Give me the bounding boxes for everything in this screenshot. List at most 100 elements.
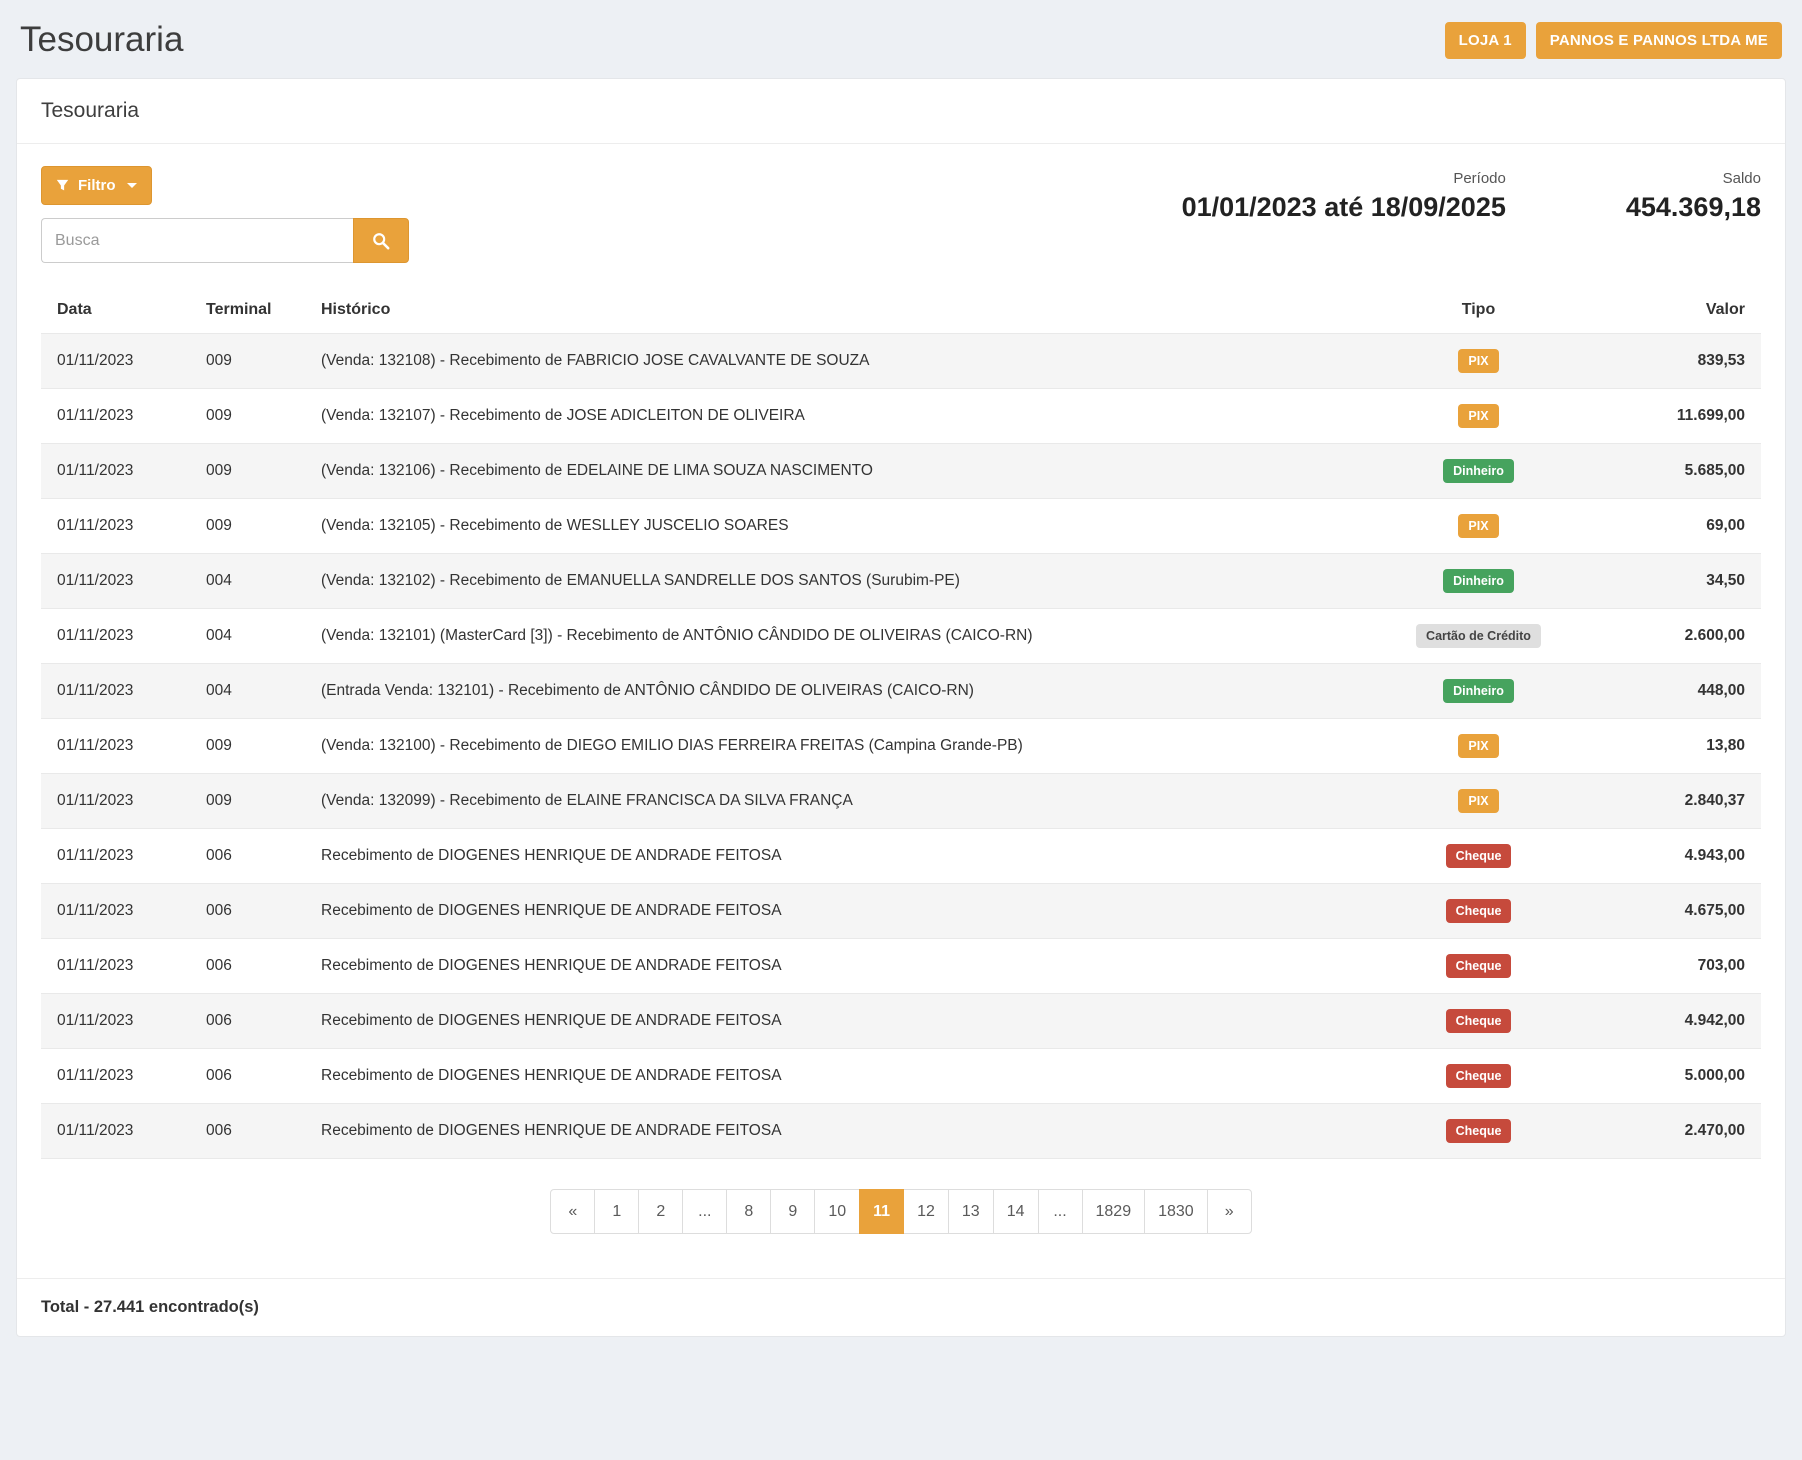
cell-tipo: Cheque bbox=[1361, 829, 1596, 884]
table-body: 01/11/2023009(Venda: 132108) - Recebimen… bbox=[41, 334, 1761, 1159]
tipo-badge: Dinheiro bbox=[1443, 569, 1514, 593]
store-badge[interactable]: LOJA 1 bbox=[1445, 22, 1526, 59]
cell-valor: 2.470,00 bbox=[1596, 1104, 1761, 1159]
filter-button[interactable]: Filtro bbox=[41, 166, 152, 205]
pagination-page-1[interactable]: 1 bbox=[594, 1189, 639, 1234]
cell-data: 01/11/2023 bbox=[41, 389, 196, 444]
controls-row: Filtro bbox=[41, 166, 1761, 263]
pagination-page-2[interactable]: 2 bbox=[638, 1189, 683, 1234]
table-row: 01/11/2023004(Venda: 132101) (MasterCard… bbox=[41, 609, 1761, 664]
header-terminal: Terminal bbox=[196, 289, 311, 334]
table-row: 01/11/2023006Recebimento de DIOGENES HEN… bbox=[41, 1104, 1761, 1159]
cell-valor: 4.675,00 bbox=[1596, 884, 1761, 939]
company-badge[interactable]: PANNOS E PANNOS LTDA ME bbox=[1536, 22, 1782, 59]
cell-data: 01/11/2023 bbox=[41, 499, 196, 554]
cell-valor: 839,53 bbox=[1596, 334, 1761, 389]
periodo-value: 01/01/2023 até 18/09/2025 bbox=[1182, 192, 1506, 223]
periodo-stat: Período 01/01/2023 até 18/09/2025 bbox=[1182, 170, 1506, 223]
pagination-page-14[interactable]: 14 bbox=[993, 1189, 1039, 1234]
header-valor: Valor bbox=[1596, 289, 1761, 334]
cell-historico: Recebimento de DIOGENES HENRIQUE DE ANDR… bbox=[311, 994, 1361, 1049]
pagination-page-13[interactable]: 13 bbox=[948, 1189, 994, 1234]
pagination-page-12[interactable]: 12 bbox=[903, 1189, 949, 1234]
cell-data: 01/11/2023 bbox=[41, 1104, 196, 1159]
pagination-ellipsis: ... bbox=[1038, 1189, 1083, 1234]
cell-valor: 69,00 bbox=[1596, 499, 1761, 554]
cell-valor: 448,00 bbox=[1596, 664, 1761, 719]
table-header: Data Terminal Histórico Tipo Valor bbox=[41, 289, 1761, 334]
cell-historico: (Venda: 132100) - Recebimento de DIEGO E… bbox=[311, 719, 1361, 774]
cell-historico: Recebimento de DIOGENES HENRIQUE DE ANDR… bbox=[311, 1049, 1361, 1104]
table-row: 01/11/2023009(Venda: 132105) - Recebimen… bbox=[41, 499, 1761, 554]
table-row: 01/11/2023004(Venda: 132102) - Recebimen… bbox=[41, 554, 1761, 609]
cell-historico: (Venda: 132108) - Recebimento de FABRICI… bbox=[311, 334, 1361, 389]
cell-tipo: Cheque bbox=[1361, 1104, 1596, 1159]
filter-button-label: Filtro bbox=[78, 177, 116, 194]
tipo-badge: PIX bbox=[1458, 789, 1498, 813]
cell-valor: 703,00 bbox=[1596, 939, 1761, 994]
tipo-badge: Cheque bbox=[1446, 844, 1512, 868]
search-input[interactable] bbox=[41, 218, 353, 263]
cell-tipo: Dinheiro bbox=[1361, 444, 1596, 499]
cell-terminal: 006 bbox=[196, 1049, 311, 1104]
tipo-badge: Cartão de Crédito bbox=[1416, 624, 1541, 648]
funnel-icon bbox=[56, 179, 69, 192]
tipo-badge: PIX bbox=[1458, 404, 1498, 428]
cell-data: 01/11/2023 bbox=[41, 939, 196, 994]
cell-historico: (Venda: 132099) - Recebimento de ELAINE … bbox=[311, 774, 1361, 829]
pagination-prev[interactable]: « bbox=[550, 1189, 595, 1234]
pagination-page-1829[interactable]: 1829 bbox=[1082, 1189, 1146, 1234]
pagination-page-1830[interactable]: 1830 bbox=[1144, 1189, 1208, 1234]
cell-data: 01/11/2023 bbox=[41, 1049, 196, 1104]
chevron-down-icon bbox=[127, 183, 137, 188]
cell-tipo: Dinheiro bbox=[1361, 554, 1596, 609]
cell-valor: 4.943,00 bbox=[1596, 829, 1761, 884]
pagination-next[interactable]: » bbox=[1207, 1189, 1252, 1234]
pagination-page-10[interactable]: 10 bbox=[814, 1189, 860, 1234]
card-title: Tesouraria bbox=[17, 79, 1785, 144]
cell-historico: (Venda: 132101) (MasterCard [3]) - Receb… bbox=[311, 609, 1361, 664]
pagination: «12...891011121314...18291830» bbox=[550, 1189, 1251, 1234]
search-group bbox=[41, 218, 409, 263]
cell-tipo: Dinheiro bbox=[1361, 664, 1596, 719]
header-tipo: Tipo bbox=[1361, 289, 1596, 334]
cell-tipo: PIX bbox=[1361, 774, 1596, 829]
cell-tipo: PIX bbox=[1361, 719, 1596, 774]
pagination-page-9[interactable]: 9 bbox=[770, 1189, 815, 1234]
cell-historico: Recebimento de DIOGENES HENRIQUE DE ANDR… bbox=[311, 1104, 1361, 1159]
cell-historico: (Venda: 132102) - Recebimento de EMANUEL… bbox=[311, 554, 1361, 609]
card-body: Filtro bbox=[17, 144, 1785, 1278]
summary-stats: Período 01/01/2023 até 18/09/2025 Saldo … bbox=[1182, 166, 1761, 223]
cell-data: 01/11/2023 bbox=[41, 829, 196, 884]
cell-tipo: PIX bbox=[1361, 389, 1596, 444]
cell-historico: Recebimento de DIOGENES HENRIQUE DE ANDR… bbox=[311, 884, 1361, 939]
cell-historico: (Venda: 132107) - Recebimento de JOSE AD… bbox=[311, 389, 1361, 444]
table-row: 01/11/2023009(Venda: 132099) - Recebimen… bbox=[41, 774, 1761, 829]
cell-terminal: 006 bbox=[196, 1104, 311, 1159]
table-row: 01/11/2023009(Venda: 132107) - Recebimen… bbox=[41, 389, 1761, 444]
table-row: 01/11/2023006Recebimento de DIOGENES HEN… bbox=[41, 884, 1761, 939]
cell-terminal: 006 bbox=[196, 884, 311, 939]
search-button[interactable] bbox=[353, 218, 409, 263]
cell-data: 01/11/2023 bbox=[41, 334, 196, 389]
cell-terminal: 006 bbox=[196, 829, 311, 884]
tesouraria-card: Tesouraria Filtro bbox=[16, 78, 1786, 1337]
pagination-page-11[interactable]: 11 bbox=[859, 1189, 904, 1234]
header-historico: Histórico bbox=[311, 289, 1361, 334]
tipo-badge: Cheque bbox=[1446, 1119, 1512, 1143]
table-row: 01/11/2023004(Entrada Venda: 132101) - R… bbox=[41, 664, 1761, 719]
cell-historico: Recebimento de DIOGENES HENRIQUE DE ANDR… bbox=[311, 939, 1361, 994]
cell-terminal: 009 bbox=[196, 389, 311, 444]
cell-terminal: 009 bbox=[196, 774, 311, 829]
cell-tipo: PIX bbox=[1361, 499, 1596, 554]
cell-tipo: Cheque bbox=[1361, 1049, 1596, 1104]
cell-tipo: Cheque bbox=[1361, 994, 1596, 1049]
header-data: Data bbox=[41, 289, 196, 334]
table-row: 01/11/2023009(Venda: 132108) - Recebimen… bbox=[41, 334, 1761, 389]
cell-tipo: PIX bbox=[1361, 334, 1596, 389]
pagination-page-8[interactable]: 8 bbox=[726, 1189, 771, 1234]
cell-valor: 13,80 bbox=[1596, 719, 1761, 774]
tipo-badge: PIX bbox=[1458, 734, 1498, 758]
cell-valor: 2.600,00 bbox=[1596, 609, 1761, 664]
search-icon bbox=[372, 232, 390, 250]
